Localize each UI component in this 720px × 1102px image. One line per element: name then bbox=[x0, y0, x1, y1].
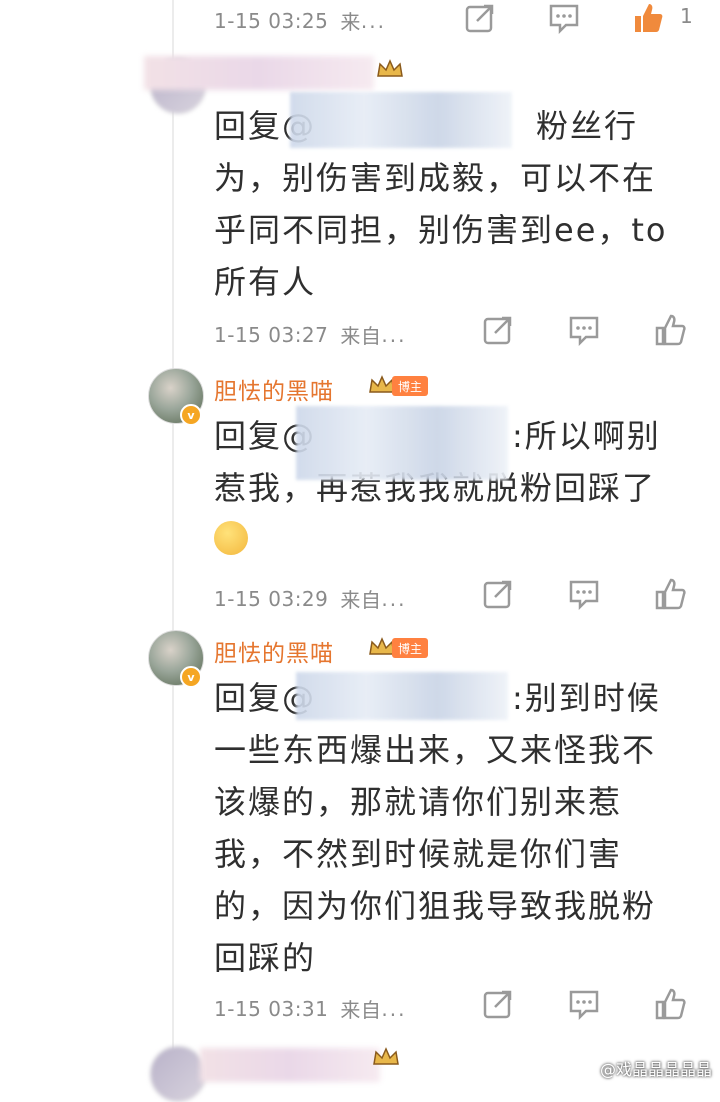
comment-icon bbox=[569, 990, 599, 1021]
comment-source: 来 bbox=[340, 10, 361, 34]
mosaic-redaction bbox=[296, 672, 508, 720]
like-count: 1 bbox=[680, 4, 693, 28]
mosaic-redaction bbox=[296, 406, 508, 480]
share-button[interactable] bbox=[462, 0, 498, 36]
comment-icon bbox=[569, 316, 599, 347]
comment-meta: 1-15 03:25 来 ... bbox=[214, 6, 386, 35]
share-button[interactable] bbox=[480, 312, 516, 348]
share-icon bbox=[483, 990, 512, 1019]
share-icon bbox=[465, 4, 494, 33]
like-button[interactable] bbox=[652, 576, 688, 612]
share-icon bbox=[483, 316, 512, 345]
comment-time: 1-15 03:27 bbox=[214, 322, 329, 347]
comment-meta: 1-15 03:31 来自 ... bbox=[214, 994, 406, 1023]
comment-source: 来自 bbox=[340, 998, 382, 1022]
comment-source: 来自 bbox=[340, 588, 382, 612]
comment-icon bbox=[569, 580, 599, 611]
like-button[interactable] bbox=[652, 312, 688, 348]
verified-badge-icon: v bbox=[180, 666, 202, 688]
like-button[interactable] bbox=[652, 986, 688, 1022]
thumbs-up-icon bbox=[655, 314, 686, 346]
comment-meta: 1-15 03:27 来自 ... bbox=[214, 320, 406, 349]
username[interactable]: 胆怯的黑喵 bbox=[214, 372, 334, 406]
share-button[interactable] bbox=[480, 576, 516, 612]
crown-icon bbox=[373, 1047, 399, 1065]
blogger-badge: 博主 bbox=[392, 638, 429, 658]
comment-time: 1-15 03:25 bbox=[214, 8, 329, 33]
blurred-username bbox=[144, 56, 374, 90]
comment-button[interactable] bbox=[546, 0, 582, 36]
comment-source: 来自 bbox=[340, 324, 382, 348]
comment-time: 1-15 03:29 bbox=[214, 586, 329, 611]
comment-icon bbox=[549, 4, 579, 35]
like-button[interactable] bbox=[630, 0, 666, 36]
share-button[interactable] bbox=[480, 986, 516, 1022]
mosaic-redaction bbox=[290, 92, 512, 148]
username[interactable]: 胆怯的黑喵 bbox=[214, 634, 334, 668]
dizzy-emoji-icon bbox=[214, 521, 248, 555]
comment-button[interactable] bbox=[566, 576, 602, 612]
blurred-username bbox=[200, 1048, 380, 1082]
thumbs-up-icon bbox=[655, 988, 686, 1020]
thumbs-up-icon bbox=[635, 4, 663, 32]
crown-icon bbox=[377, 59, 403, 77]
blogger-badge: 博主 bbox=[392, 376, 429, 396]
share-icon bbox=[483, 580, 512, 609]
watermark: @戏晶晶晶晶晶 bbox=[599, 1060, 712, 1079]
comment-time: 1-15 03:31 bbox=[214, 996, 329, 1021]
thread-line bbox=[172, 0, 174, 1088]
comment-button[interactable] bbox=[566, 986, 602, 1022]
comment-button[interactable] bbox=[566, 312, 602, 348]
comment-meta: 1-15 03:29 来自 ... bbox=[214, 584, 406, 613]
thumbs-up-icon bbox=[655, 578, 686, 610]
verified-badge-icon: v bbox=[180, 404, 202, 426]
avatar[interactable] bbox=[150, 1046, 206, 1102]
